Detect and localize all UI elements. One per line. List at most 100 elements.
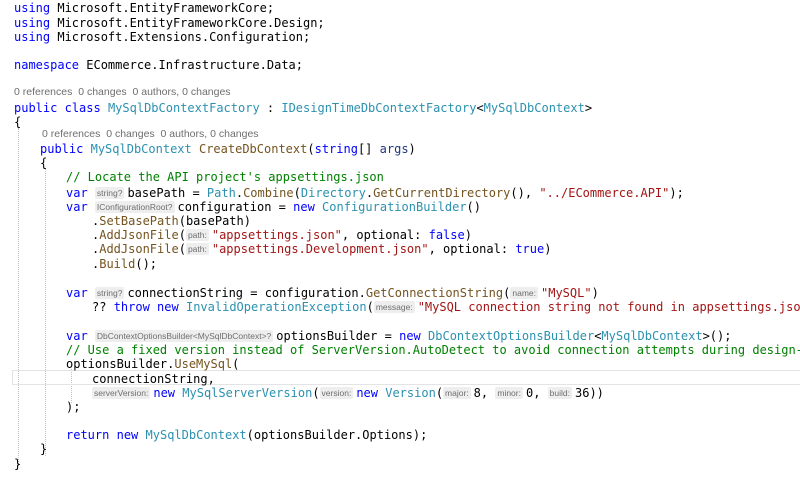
code-token: } <box>14 457 22 471</box>
inlay-hint: string? <box>94 287 125 299</box>
code-token: configuration = <box>177 200 294 214</box>
code-token: IDesignTimeDbContextFactory <box>281 101 477 115</box>
code-token: ( <box>503 286 511 300</box>
code-token: ) <box>408 142 416 156</box>
code-editor[interactable]: using Microsoft.EntityFrameworkCore; usin… <box>0 0 800 484</box>
code-token: MySqlDbContext <box>145 428 247 442</box>
code-token: } <box>40 442 48 456</box>
code-token: var <box>66 200 88 214</box>
code-token: using <box>14 30 51 44</box>
code-token: new <box>116 428 139 442</box>
code-token: ?? <box>92 300 114 314</box>
code-token: ) <box>544 242 552 256</box>
code-token: DbContextOptionsBuilder <box>428 329 595 343</box>
inlay-hint: DbContextOptionsBuilder<MySqlDbContext>? <box>94 330 274 342</box>
code-line: .AddJsonFile(path: "appsettings.Developme… <box>92 241 551 257</box>
code-line: return new MySqlDbContext(optionsBuilder… <box>66 427 427 443</box>
code-token: var <box>66 329 88 343</box>
code-line: optionsBuilder.UseMySql( <box>66 356 239 372</box>
code-token: (optionsBuilder.Options); <box>246 428 428 442</box>
code-token: Directory <box>300 186 366 200</box>
code-token: UseMySql <box>174 357 233 371</box>
code-token: , <box>480 386 496 400</box>
code-line: using Microsoft.EntityFrameworkCore; <box>14 0 274 16</box>
code-token: ( <box>366 300 374 314</box>
code-line: // Locate the API project's appsettings.… <box>66 169 384 185</box>
code-token: false <box>428 228 465 242</box>
inlay-hint: serverVersion: <box>92 387 151 399</box>
code-token: Build <box>99 257 136 271</box>
code-token: using <box>14 1 51 15</box>
code-token: MySqlDbContext <box>601 329 703 343</box>
code-token: . <box>235 186 244 200</box>
code-line: serverVersion: new MySqlServerVersion(ver… <box>92 385 604 401</box>
code-token: "appsettings.json" <box>211 228 342 242</box>
code-line: public MySqlDbContext CreateDbContext(st… <box>40 141 416 157</box>
code-token: "appsettings.Development.json" <box>211 242 429 256</box>
indent-guide <box>18 128 19 466</box>
code-line: public class MySqlDbContextFactory : IDe… <box>14 100 592 116</box>
code-token: , <box>533 386 548 400</box>
inlay-hint: major: <box>443 387 471 399</box>
code-token: SetBasePath <box>99 214 179 228</box>
code-line: namespace ECommerce.Infrastructure.Data; <box>14 57 303 73</box>
code-token: Path <box>206 186 236 200</box>
code-token: var <box>66 286 88 300</box>
code-token: GetConnectionString <box>365 286 504 300</box>
code-token: ( <box>178 228 186 242</box>
codelens-info[interactable]: 0 references 0 changes 0 authors, 0 chan… <box>14 86 231 98</box>
code-line: ?? throw new InvalidOperationException(m… <box>92 299 800 315</box>
code-token: CreateDbContext <box>198 142 308 156</box>
code-token: [] <box>357 142 380 156</box>
code-line: { <box>40 155 47 171</box>
code-token: Combine <box>243 186 294 200</box>
code-line: } <box>14 456 21 472</box>
code-token: (); <box>135 257 158 271</box>
code-token: string <box>314 142 358 156</box>
indent-guide <box>45 168 46 456</box>
code-token: public <box>40 142 84 156</box>
code-token: ) <box>591 286 599 300</box>
code-line: ); <box>66 399 80 415</box>
code-token: Version <box>385 386 436 400</box>
code-token: throw <box>113 300 150 314</box>
inlay-hint: path: <box>185 243 209 255</box>
code-token: InvalidOperationException <box>185 300 367 314</box>
codelens-text: 0 references 0 changes 0 authors, 0 chan… <box>42 128 259 140</box>
code-token: AddJsonFile <box>99 242 179 256</box>
codelens-info[interactable]: 0 references 0 changes 0 authors, 0 chan… <box>42 128 259 140</box>
code-line: { <box>14 114 21 130</box>
code-token: ConfigurationBuilder <box>322 200 467 214</box>
code-token: optionsBuilder = <box>276 329 400 343</box>
code-token: Microsoft.EntityFrameworkCore.Design; <box>50 16 325 30</box>
code-token: public <box>14 101 58 115</box>
code-token: 8 <box>473 386 481 400</box>
code-token: new <box>399 329 421 343</box>
code-token: using <box>14 16 51 30</box>
code-token: "MySQL" <box>541 286 592 300</box>
code-token: , optional: <box>428 242 516 256</box>
code-token: : <box>259 101 282 115</box>
code-token: { <box>14 115 22 129</box>
code-token: var <box>66 186 88 200</box>
code-token: new <box>157 300 179 314</box>
code-token: MySqlDbContextFactory <box>107 101 260 115</box>
code-token: 36 <box>575 386 590 400</box>
code-token: (basePath) <box>178 214 251 228</box>
code-token: ( <box>293 186 301 200</box>
code-token: MySqlDbContext <box>90 142 192 156</box>
code-token: args <box>379 142 409 156</box>
inlay-hint: name: <box>510 287 538 299</box>
code-token: AddJsonFile <box>99 228 179 242</box>
code-token: basePath = <box>127 186 207 200</box>
code-token: optionsBuilder. <box>66 357 175 371</box>
code-token: MySqlServerVersion <box>182 386 313 400</box>
